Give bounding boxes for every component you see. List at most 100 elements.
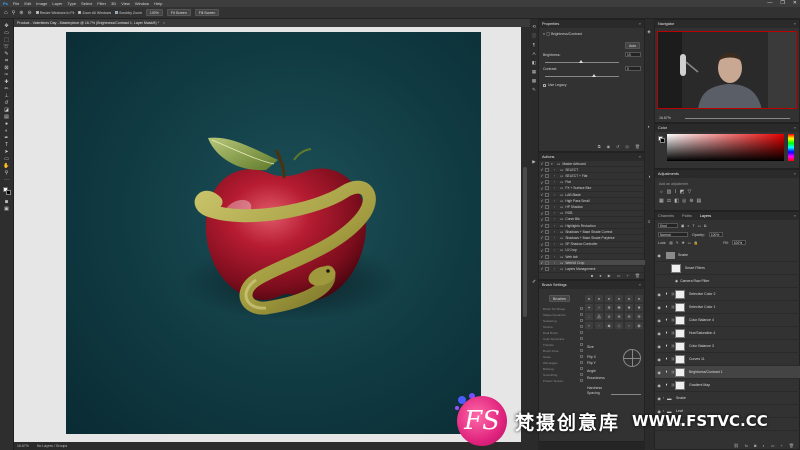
brush-option-checkbox[interactable] bbox=[580, 343, 583, 346]
lock-pixels-icon[interactable]: ▨ bbox=[669, 241, 672, 245]
fill-screen-button[interactable]: Fill Screen bbox=[194, 9, 220, 16]
tab-layers[interactable]: Layers bbox=[700, 214, 711, 218]
brush-option[interactable]: Texture bbox=[543, 325, 583, 329]
pixel-filter-icon[interactable]: ▣ bbox=[681, 224, 684, 228]
panel-menu-icon[interactable]: ≡ bbox=[794, 172, 796, 176]
character-icon[interactable]: A bbox=[531, 51, 537, 56]
brush-option[interactable]: Protect Texture bbox=[543, 379, 583, 383]
exposure-adj-icon[interactable]: ◩ bbox=[680, 189, 685, 195]
delete-action-icon[interactable]: 🗑 bbox=[635, 273, 640, 278]
resize-windows-checkbox[interactable]: Resize Windows to Fit bbox=[35, 11, 74, 15]
close-window-button[interactable]: ✕ bbox=[793, 0, 797, 6]
brush-option[interactable]: Scattering bbox=[543, 319, 583, 323]
visibility-eye-icon[interactable]: ◉ bbox=[655, 318, 663, 323]
brightness-value[interactable]: 19 bbox=[625, 52, 641, 57]
layer-row[interactable]: ◉ ◐ ⛓ Color Balance 4 bbox=[655, 314, 800, 327]
photo-filter-adj-icon[interactable]: ◎ bbox=[682, 198, 686, 204]
visibility-icon[interactable]: ◎ bbox=[625, 144, 629, 151]
tab-channels[interactable]: Channels bbox=[658, 214, 674, 218]
visibility-eye-icon[interactable]: ◉ bbox=[655, 305, 663, 310]
mask-icon[interactable]: ▢ bbox=[546, 31, 550, 36]
layer-mask-thumbnail[interactable] bbox=[675, 367, 685, 377]
blur-tool-icon[interactable]: ● bbox=[3, 121, 10, 127]
clip-icon[interactable]: ⧉ bbox=[598, 144, 601, 151]
quick-mask-icon[interactable]: ◙ bbox=[3, 199, 10, 205]
lookup-adj-icon[interactable]: ▤ bbox=[697, 198, 702, 204]
dialog-toggle[interactable] bbox=[545, 235, 549, 240]
layer-mask-thumbnail[interactable] bbox=[675, 341, 685, 351]
dialog-toggle[interactable] bbox=[545, 173, 549, 178]
contrast-value[interactable]: 0 bbox=[625, 66, 641, 71]
brush-option[interactable]: Brush Pose bbox=[543, 349, 583, 353]
curves-adj-icon[interactable]: ⌇ bbox=[674, 189, 676, 195]
brush-option-checkbox[interactable] bbox=[580, 337, 583, 340]
brush-option-checkbox[interactable] bbox=[580, 373, 583, 376]
flip-x-label[interactable]: Flip X bbox=[587, 355, 596, 359]
lock-move-icon[interactable]: ✥ bbox=[682, 241, 685, 245]
dialog-toggle[interactable] bbox=[545, 198, 549, 203]
adjustments-icon[interactable]: ◑ bbox=[646, 174, 652, 179]
brush-option[interactable]: Dual Brush bbox=[543, 331, 583, 335]
brush-option-checkbox[interactable] bbox=[580, 361, 583, 364]
brush-angle-widget[interactable] bbox=[623, 349, 641, 367]
layer-mask-thumbnail[interactable] bbox=[675, 289, 685, 299]
clone-stamp-icon[interactable]: ⊥ bbox=[3, 93, 10, 99]
menu-file[interactable]: File bbox=[13, 1, 19, 6]
quick-select-icon[interactable]: ✎ bbox=[3, 51, 10, 57]
dialog-toggle[interactable] bbox=[545, 223, 549, 228]
zoom-100-button[interactable]: 100% bbox=[145, 9, 163, 16]
layer-row[interactable]: ◉ ◐ ⛓ Brightness/Contrast 1 bbox=[655, 366, 800, 379]
paragraph-icon[interactable]: ¶ bbox=[531, 42, 537, 47]
info-icon[interactable]: ⓘ bbox=[531, 33, 537, 38]
layer-row[interactable]: Smart Filters bbox=[655, 262, 800, 275]
document-tab[interactable]: Product - Valentines Day - Masterpiece @… bbox=[14, 19, 544, 27]
visibility-eye-icon[interactable]: ◉ bbox=[655, 357, 663, 362]
brushes-icon[interactable]: ✎ bbox=[531, 87, 537, 92]
brush-option-checkbox[interactable] bbox=[580, 325, 583, 328]
hue-sat-adj-icon[interactable]: ▦ bbox=[659, 198, 664, 204]
panel-menu-icon[interactable]: ≡ bbox=[639, 22, 641, 26]
close-tab-icon[interactable]: × bbox=[163, 21, 165, 25]
menu-select[interactable]: Select bbox=[81, 1, 92, 6]
lasso-tool-icon[interactable]: ➰ bbox=[3, 44, 10, 50]
more-tools-icon[interactable]: ⋯ bbox=[3, 177, 10, 183]
contrast-slider-knob[interactable] bbox=[592, 74, 596, 77]
brush-option[interactable]: Noise bbox=[543, 355, 583, 359]
menu-window[interactable]: Window bbox=[135, 1, 149, 6]
libraries-icon[interactable]: ▦ bbox=[531, 69, 537, 74]
dialog-toggle[interactable] bbox=[545, 229, 549, 234]
panel-menu-icon[interactable]: ≡ bbox=[639, 155, 641, 159]
dialog-toggle[interactable] bbox=[545, 186, 549, 191]
fill-value[interactable]: 100% bbox=[731, 240, 746, 245]
use-legacy-checkbox[interactable]: Use Legacy bbox=[543, 83, 566, 87]
type-filter-icon[interactable]: T bbox=[692, 224, 694, 228]
brush-option[interactable]: Smoothing bbox=[543, 373, 583, 377]
path-select-icon[interactable]: ➤ bbox=[3, 149, 10, 155]
vertical-scrollbar[interactable] bbox=[521, 27, 530, 442]
dialog-toggle[interactable] bbox=[545, 167, 549, 172]
scrubby-zoom-checkbox[interactable]: Scrubby Zoom bbox=[115, 11, 142, 15]
brush-option-checkbox[interactable] bbox=[580, 313, 583, 316]
layer-row[interactable]: ◉ ◐ ⛓ Gradient Map bbox=[655, 379, 800, 392]
smart-filter-icon[interactable]: ⧉ bbox=[704, 224, 707, 228]
fit-screen-button[interactable]: Fit Screen bbox=[166, 9, 191, 16]
brush-settings-icon[interactable]: ✐ bbox=[531, 279, 537, 284]
channel-mixer-adj-icon[interactable]: ⊛ bbox=[689, 198, 693, 204]
lock-all-icon[interactable]: 🔒 bbox=[694, 241, 698, 245]
dodge-tool-icon[interactable]: ◐ bbox=[3, 128, 10, 134]
dialog-toggle[interactable] bbox=[545, 161, 549, 166]
healing-brush-icon[interactable]: ✚ bbox=[3, 79, 10, 85]
dialog-toggle[interactable] bbox=[545, 204, 549, 209]
menu-filter[interactable]: Filter bbox=[97, 1, 106, 6]
visibility-eye-icon[interactable]: ◉ bbox=[655, 331, 663, 336]
layer-row[interactable]: ◉ ◐ ⛓ Selective Color 2 bbox=[655, 288, 800, 301]
dialog-toggle[interactable] bbox=[545, 211, 549, 216]
lock-artboard-icon[interactable]: ▭ bbox=[688, 241, 691, 245]
actions-icon[interactable]: ▶ bbox=[531, 159, 537, 164]
brush-option[interactable]: Transfer bbox=[543, 343, 583, 347]
layer-mask-thumbnail[interactable] bbox=[675, 354, 685, 364]
brush-option[interactable]: Wet Edges bbox=[543, 361, 583, 365]
play-icon[interactable]: ▶ bbox=[608, 273, 611, 278]
view-previous-icon[interactable]: ◉ bbox=[607, 144, 611, 151]
hue-slider[interactable] bbox=[788, 134, 794, 161]
